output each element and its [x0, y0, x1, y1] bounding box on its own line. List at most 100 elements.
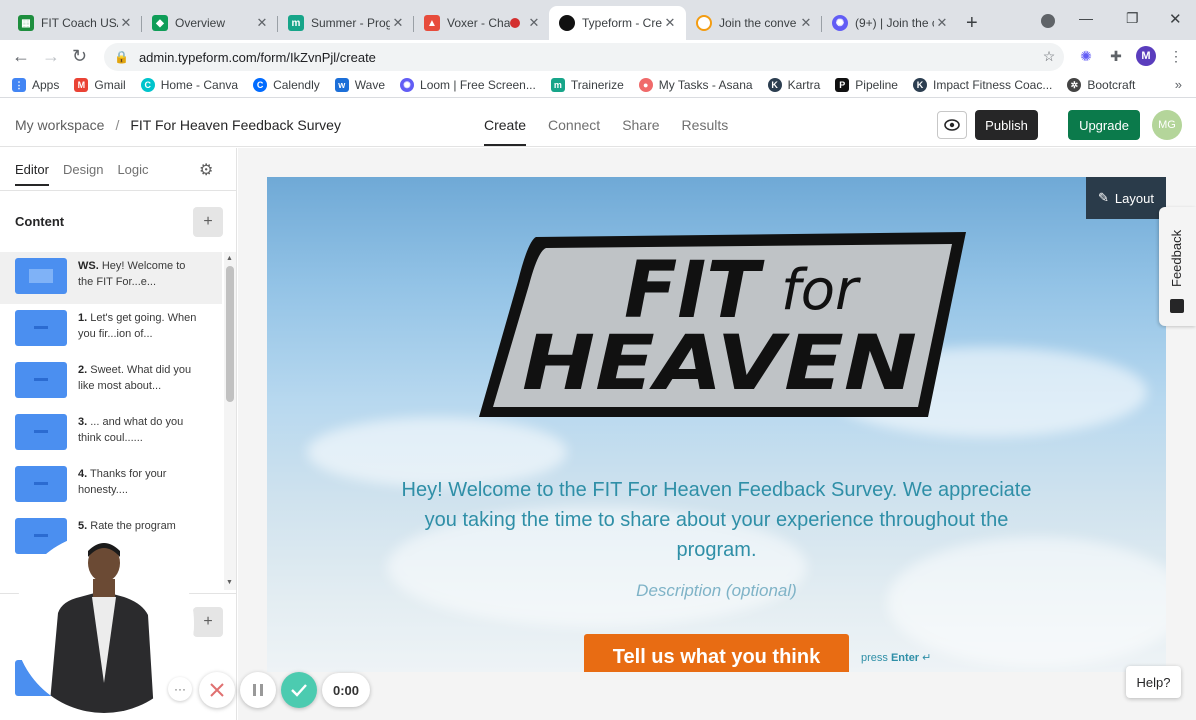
profile-avatar[interactable]: M: [1136, 46, 1156, 66]
bookmark-pipeline[interactable]: P Pipeline: [835, 78, 898, 92]
bookmarks-bar: ⋮ Apps M Gmail C Home - Canva C Calendly w Wa…: [0, 73, 1196, 98]
finish-recording-button[interactable]: [281, 672, 317, 708]
webcam-bubble[interactable]: [14, 533, 194, 713]
welcome-screen-icon: [15, 258, 67, 294]
browser-tab-overview[interactable]: ◆ Overview ✕: [142, 8, 278, 38]
kebab-menu-icon[interactable]: ⋮: [1166, 46, 1186, 66]
pause-icon: [253, 684, 263, 696]
description-field[interactable]: Description (optional): [267, 581, 1166, 601]
content-title: Content: [15, 214, 65, 229]
cancel-recording-button[interactable]: [199, 672, 235, 708]
close-window-icon[interactable]: ✕: [1169, 10, 1182, 28]
browser-tab-voxer[interactable]: ▲ Voxer - Cha ✕: [414, 8, 550, 38]
add-ending-button[interactable]: +: [193, 607, 223, 637]
close-icon[interactable]: ✕: [254, 15, 270, 31]
close-icon[interactable]: ✕: [934, 15, 950, 31]
publish-button[interactable]: Publish: [975, 110, 1038, 140]
fit-for-heaven-logo: FIT for HEAVEN: [479, 232, 966, 417]
scroll-up-icon[interactable]: ▲: [226, 255, 233, 262]
question-list: WS. Hey! Welcome to the FIT For...e... 1…: [0, 252, 222, 564]
close-icon[interactable]: ✕: [118, 15, 134, 31]
new-tab-icon[interactable]: +: [966, 12, 978, 35]
forward-icon[interactable]: →: [42, 46, 60, 67]
tab-share[interactable]: Share: [622, 117, 659, 133]
layout-button[interactable]: ✎ Layout: [1086, 177, 1166, 219]
extensions-icon[interactable]: ✚: [1106, 46, 1126, 66]
tab-results[interactable]: Results: [682, 117, 729, 133]
add-question-button[interactable]: +: [193, 207, 223, 237]
recording-dot-icon: [510, 18, 520, 28]
text-question-icon: [15, 414, 67, 450]
browser-tab-join-conversation[interactable]: Join the conve ✕: [686, 8, 822, 38]
text-question-icon: [15, 310, 67, 346]
close-icon[interactable]: ✕: [390, 15, 406, 31]
loom-extension-icon[interactable]: ✺: [1076, 46, 1096, 66]
return-key-icon: ↵: [922, 652, 932, 664]
start-button[interactable]: Tell us what you think: [584, 634, 849, 672]
welcome-message[interactable]: Hey! Welcome to the FIT For Heaven Feedb…: [389, 475, 1044, 565]
bookmark-calendly[interactable]: C Calendly: [253, 78, 320, 92]
upgrade-button[interactable]: Upgrade: [1068, 110, 1140, 140]
bookmark-star-icon[interactable]: ☆: [1039, 46, 1059, 66]
tab-editor[interactable]: Editor: [15, 162, 49, 186]
bookmark-impact-fitness[interactable]: K Impact Fitness Coac...: [912, 78, 1052, 92]
tab-design[interactable]: Design: [63, 162, 103, 177]
bookmark-trainerize[interactable]: m Trainerize: [550, 78, 624, 92]
gear-icon[interactable]: ⚙: [199, 160, 213, 180]
check-icon: [291, 684, 307, 697]
bookmark-bootcraft[interactable]: ✲ Bootcraft: [1067, 78, 1135, 92]
browser-tab-typeform[interactable]: Typeform - Cre ✕: [549, 6, 686, 40]
tab-create[interactable]: Create: [484, 117, 527, 146]
back-icon[interactable]: ←: [12, 46, 30, 67]
pause-recording-button[interactable]: [240, 672, 276, 708]
help-button[interactable]: Help?: [1126, 666, 1181, 698]
welcome-screen-preview: ✎ Layout FIT for HEAVEN Hey! Welcome to …: [267, 177, 1166, 672]
preview-button[interactable]: [937, 111, 967, 139]
browser-tab-loom[interactable]: ✺ (9+) | Join the c ✕: [822, 8, 958, 38]
tab-search-icon[interactable]: [1041, 14, 1055, 28]
reload-icon[interactable]: ↻: [72, 46, 87, 67]
bookmark-loom[interactable]: ✺ Loom | Free Screen...: [400, 78, 536, 92]
breadcrumb-workspace[interactable]: My workspace: [15, 117, 104, 133]
lock-icon: 🔒: [114, 50, 129, 64]
scroll-down-icon[interactable]: ▼: [226, 579, 233, 586]
question-item-1[interactable]: 1. Let's get going. When you fir...ion o…: [0, 304, 222, 356]
url-bar[interactable]: 🔒 admin.typeform.com/form/IkZvnPjl/creat…: [104, 43, 1064, 71]
bookmark-gmail[interactable]: M Gmail: [74, 78, 126, 92]
restore-icon[interactable]: ❐: [1126, 10, 1139, 27]
breadcrumb-form-name[interactable]: FIT For Heaven Feedback Survey: [130, 117, 341, 133]
main-tabs: Create Connect Share Results: [484, 117, 750, 146]
tab-connect[interactable]: Connect: [548, 117, 600, 133]
user-avatar[interactable]: MG: [1152, 110, 1182, 140]
bootcraft-icon: ✲: [1067, 78, 1082, 92]
breadcrumb: My workspace / FIT For Heaven Feedback S…: [15, 117, 341, 133]
question-item-3[interactable]: 3. ... and what do you think coul......: [0, 408, 222, 460]
text-question-icon: [15, 466, 67, 502]
trainerize-icon: m: [288, 15, 304, 31]
close-icon[interactable]: ✕: [526, 15, 542, 31]
minimize-icon[interactable]: —: [1079, 10, 1093, 26]
feedback-tab[interactable]: Feedback: [1159, 207, 1196, 326]
editor-tabs: Editor Design Logic: [15, 162, 163, 186]
bookmark-canva[interactable]: C Home - Canva: [140, 78, 238, 92]
close-icon[interactable]: ✕: [662, 15, 678, 31]
scrollbar-thumb[interactable]: [226, 266, 234, 402]
loom-icon: ✺: [400, 78, 415, 92]
bookmark-wave[interactable]: w Wave: [334, 78, 385, 92]
close-icon[interactable]: ✕: [798, 15, 814, 31]
bookmark-apps[interactable]: ⋮ Apps: [12, 78, 59, 92]
pencil-icon: ✎: [1098, 190, 1109, 205]
question-item-welcome[interactable]: WS. Hey! Welcome to the FIT For...e...: [0, 252, 222, 304]
wave-icon: w: [334, 78, 349, 92]
bookmark-kartra[interactable]: K Kartra: [767, 78, 820, 92]
more-bookmarks-icon[interactable]: »: [1175, 77, 1182, 92]
browser-tab-fit-coach[interactable]: ▦ FIT Coach USA ✕: [8, 8, 142, 38]
typeform-icon: [559, 15, 575, 31]
question-item-2[interactable]: 2. Sweet. What did you like most about..…: [0, 356, 222, 408]
recorder-more-icon[interactable]: ···: [168, 677, 192, 701]
bookmark-asana[interactable]: ● My Tasks - Asana: [638, 78, 753, 92]
question-item-4[interactable]: 4. Thanks for your honesty....: [0, 460, 222, 512]
browser-tab-summer[interactable]: m Summer - Prog ✕: [278, 8, 414, 38]
calendly-icon: C: [253, 78, 268, 92]
tab-logic[interactable]: Logic: [117, 162, 148, 177]
